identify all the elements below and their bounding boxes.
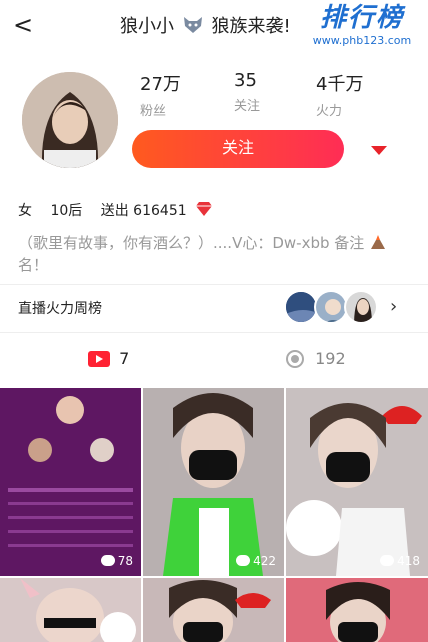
tab-videos-count: 7 [119, 349, 130, 368]
divider [0, 332, 428, 333]
page-title: 狼小小 狼族来袭! [120, 12, 291, 38]
wolf-icon [183, 17, 202, 33]
content-tabs: 7 192 [0, 342, 428, 378]
top-bar: < 狼小小 狼族来袭! 排行榜 www.phb123.com [0, 0, 428, 52]
divider [0, 284, 428, 285]
stat-firepower[interactable]: 4千万 火力 [316, 70, 376, 119]
stat-firepower-label: 火力 [316, 104, 343, 119]
video-icon [88, 350, 110, 367]
stat-fans-value: 27万 [140, 74, 181, 95]
watermark-url: www.phb123.com [312, 34, 412, 47]
video-thumb[interactable] [286, 578, 428, 642]
likes-count: 418 [380, 554, 420, 568]
chevron-down-icon[interactable] [368, 140, 390, 160]
chevron-right-icon[interactable]: › [390, 296, 397, 317]
stat-following-label: 关注 [234, 99, 261, 114]
video-thumb[interactable]: 422 [143, 388, 284, 576]
comment-icon [236, 555, 251, 566]
sent-gifts-label: 送出 616451 [100, 203, 187, 219]
comment-icon [380, 555, 395, 566]
avatar[interactable] [22, 72, 118, 168]
likes-count: 422 [236, 554, 276, 568]
video-grid: 78 422 418 [0, 388, 428, 642]
profile-info-row: 女 10后 送出 616451 [18, 200, 213, 220]
rank-avatar-3[interactable] [344, 290, 378, 324]
volcano-icon [371, 235, 386, 249]
stat-following[interactable]: 35 关注 [234, 70, 294, 114]
video-thumb[interactable]: 78 [0, 388, 141, 576]
rank-avatar-2[interactable] [314, 290, 348, 324]
firepower-weekly-rank[interactable]: 直播火力周榜 › [0, 286, 428, 330]
video-thumb[interactable] [143, 578, 284, 642]
title-right: 狼族来袭! [211, 16, 291, 37]
bio-text: （歌里有故事，你有酒么？）....V心：Dw-xbb 备注 名！ [18, 232, 418, 276]
video-thumb[interactable]: 418 [286, 388, 428, 576]
camera-icon [286, 349, 304, 368]
likes-count: 78 [100, 554, 133, 568]
tab-videos[interactable]: 7 [88, 348, 129, 372]
rank-label: 直播火力周榜 [18, 301, 102, 317]
back-button[interactable]: < [10, 10, 36, 40]
watermark-text: 排行榜 [319, 3, 404, 33]
follow-button[interactable]: 关注 [132, 130, 344, 168]
bio-tail: 名！ [18, 256, 49, 274]
bio-main: （歌里有故事，你有酒么？）....V心：Dw-xbb 备注 [18, 234, 365, 252]
age-label: 10后 [50, 203, 83, 219]
title-left: 狼小小 [120, 16, 174, 37]
stat-fans[interactable]: 27万 粉丝 [140, 70, 200, 119]
comment-icon [100, 555, 115, 566]
stat-firepower-value: 4千万 [316, 74, 364, 95]
stat-fans-label: 粉丝 [140, 104, 167, 119]
rank-avatar-1[interactable] [284, 290, 318, 324]
diamond-icon [196, 202, 213, 216]
tab-photos[interactable]: 192 [286, 348, 346, 372]
video-thumb[interactable] [0, 578, 141, 642]
watermark-logo: 排行榜 www.phb123.com [302, 2, 422, 54]
gender-label: 女 [18, 203, 32, 219]
tab-photos-count: 192 [315, 349, 346, 368]
stat-following-value: 35 [234, 70, 257, 91]
stats-panel: 27万 粉丝 35 关注 4千万 火力 [132, 70, 382, 119]
